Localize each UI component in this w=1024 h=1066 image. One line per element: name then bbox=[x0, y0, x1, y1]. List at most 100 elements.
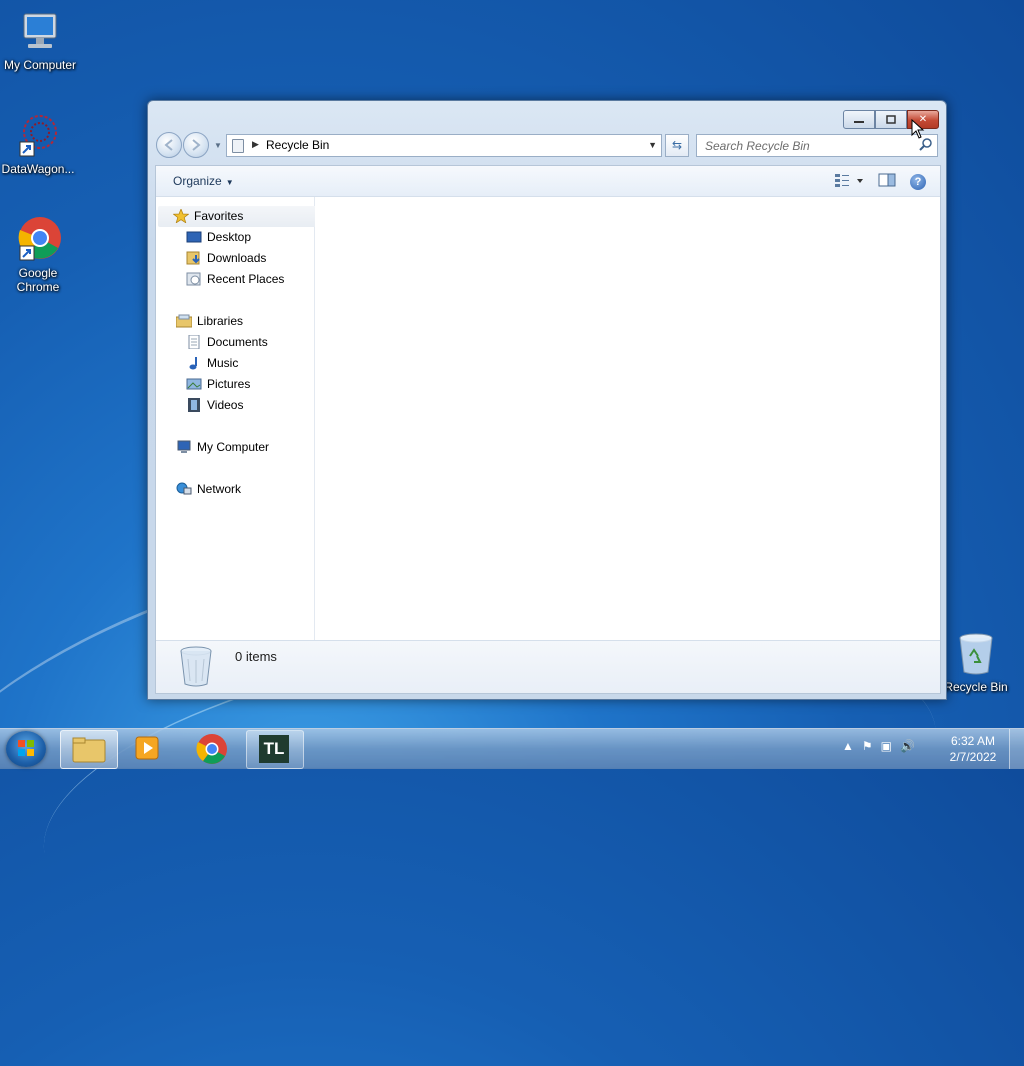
desktop-icon-datawagon[interactable]: DataWagon... bbox=[0, 112, 78, 176]
clock-time: 6:32 AM bbox=[950, 734, 996, 748]
back-button[interactable] bbox=[156, 132, 182, 158]
mouse-cursor-icon bbox=[911, 119, 925, 139]
address-dropdown-icon[interactable]: ▼ bbox=[648, 140, 657, 150]
search-icon[interactable] bbox=[919, 137, 933, 151]
action-center-flag-icon[interactable]: ⚑ bbox=[862, 739, 873, 753]
explorer-body: Organize ▼ ? Favorites Desktop Downloads… bbox=[155, 165, 941, 694]
breadcrumb-arrow-icon[interactable]: ▶ bbox=[252, 139, 259, 150]
network-status-icon[interactable]: ▣ bbox=[881, 739, 892, 753]
desktop-icon-label: Google Chrome bbox=[16, 266, 60, 294]
nav-label: Network bbox=[197, 482, 242, 496]
file-list-area[interactable] bbox=[315, 197, 940, 641]
windows-logo-icon bbox=[18, 740, 34, 756]
system-tray: ▲ ⚑ ▣ 🔊 bbox=[842, 739, 923, 753]
nav-item-favorites[interactable]: Favorites bbox=[158, 206, 327, 227]
star-icon bbox=[172, 207, 190, 224]
nav-item-documents[interactable]: Documents bbox=[186, 332, 268, 353]
desktop-icon-label: DataWagon... bbox=[1, 162, 75, 176]
nav-item-music[interactable]: Music bbox=[186, 353, 238, 374]
desktop-icon-google-chrome[interactable]: Google Chrome bbox=[0, 216, 78, 294]
desktop-icon bbox=[186, 230, 202, 244]
organize-label: Organize bbox=[173, 174, 222, 188]
nav-label: Recent Places bbox=[207, 272, 285, 286]
preview-pane-button[interactable] bbox=[878, 172, 896, 191]
nav-label: Documents bbox=[207, 335, 268, 349]
nav-label: Downloads bbox=[207, 251, 267, 265]
search-input[interactable] bbox=[703, 138, 907, 154]
recycle-bin-small-icon bbox=[232, 139, 244, 153]
nav-item-videos[interactable]: Videos bbox=[186, 395, 243, 416]
downloads-folder-icon bbox=[186, 251, 202, 265]
taskbar-chrome-button[interactable] bbox=[184, 730, 240, 767]
recycle-bin-icon bbox=[178, 645, 214, 692]
folder-icon bbox=[72, 737, 106, 763]
refresh-icon: ⇆ bbox=[671, 138, 683, 152]
nav-label: Pictures bbox=[207, 377, 251, 391]
view-icon bbox=[835, 174, 863, 187]
help-icon[interactable]: ? bbox=[910, 173, 926, 190]
navigation-pane: Favorites Desktop Downloads Recent Place… bbox=[156, 197, 327, 641]
desktop-icon-my-computer[interactable]: My Computer bbox=[0, 8, 80, 72]
item-count: 0 items bbox=[235, 649, 277, 664]
organize-button[interactable]: Organize ▼ bbox=[173, 174, 234, 188]
nav-label: Libraries bbox=[197, 314, 244, 328]
explorer-window: ✕ ▼ ▶ Recycle Bin ▼ ⇆ Search Recycle Bin… bbox=[147, 100, 947, 700]
volume-icon[interactable]: 🔊 bbox=[900, 739, 915, 753]
clock-date: 2/7/2022 bbox=[949, 750, 997, 764]
navigation-bar: ▼ ▶ Recycle Bin ▼ ⇆ bbox=[156, 132, 939, 158]
forward-arrow-icon bbox=[192, 139, 201, 151]
media-player-icon bbox=[135, 736, 159, 760]
address-bar[interactable]: ▶ Recycle Bin ▼ bbox=[226, 134, 662, 157]
taskbar-media-player-button[interactable] bbox=[120, 730, 176, 767]
tl-app-logo: TL bbox=[259, 735, 289, 763]
chrome-icon bbox=[196, 734, 227, 764]
chrome-icon bbox=[14, 216, 62, 264]
pictures-icon bbox=[186, 377, 202, 391]
back-arrow-icon bbox=[164, 139, 173, 151]
libraries-icon bbox=[175, 314, 193, 328]
nav-label: Favorites bbox=[194, 209, 244, 223]
network-icon bbox=[176, 482, 192, 496]
chevron-down-icon: ▼ bbox=[225, 178, 234, 187]
address-path[interactable]: Recycle Bin bbox=[266, 138, 329, 152]
music-note-icon bbox=[186, 356, 202, 370]
refresh-button[interactable]: ⇆ bbox=[665, 134, 689, 157]
command-bar: Organize ▼ ? bbox=[156, 166, 940, 197]
show-hidden-icons-icon[interactable]: ▲ bbox=[842, 739, 854, 753]
minimize-button[interactable] bbox=[843, 110, 875, 129]
taskbar-tl-app-button[interactable]: TL bbox=[246, 730, 304, 769]
computer-icon bbox=[16, 8, 64, 56]
nav-item-downloads[interactable]: Downloads bbox=[186, 248, 266, 269]
forward-button[interactable] bbox=[183, 132, 209, 158]
nav-item-libraries[interactable]: Libraries bbox=[175, 311, 244, 332]
start-button[interactable] bbox=[6, 731, 46, 767]
nav-item-recent-places[interactable]: Recent Places bbox=[186, 269, 284, 290]
computer-icon bbox=[176, 440, 192, 454]
maximize-button[interactable] bbox=[875, 110, 907, 129]
nav-item-desktop[interactable]: Desktop bbox=[186, 227, 251, 248]
taskbar-clock[interactable]: 6:32 AM 2/7/2022 bbox=[945, 733, 1001, 765]
desktop-icon-label: Recycle Bin bbox=[944, 680, 1008, 694]
documents-icon bbox=[186, 334, 202, 350]
search-box bbox=[696, 134, 938, 157]
recycle-bin-icon bbox=[952, 630, 1000, 678]
taskbar: TL ▲ ⚑ ▣ 🔊 6:32 AM 2/7/2022 bbox=[0, 728, 1024, 769]
nav-item-network[interactable]: Network bbox=[176, 479, 241, 500]
desktop-icon-recycle-bin[interactable]: Recycle Bin bbox=[936, 630, 1016, 694]
recent-pages-dropdown[interactable]: ▼ bbox=[214, 141, 222, 150]
nav-item-pictures[interactable]: Pictures bbox=[186, 374, 250, 395]
nav-label: Desktop bbox=[207, 230, 252, 244]
film-icon bbox=[186, 397, 202, 412]
taskbar-explorer-button[interactable] bbox=[60, 730, 118, 769]
change-view-button[interactable] bbox=[834, 172, 864, 191]
desktop-icon-label: My Computer bbox=[3, 58, 77, 72]
nav-item-my-computer[interactable]: My Computer bbox=[176, 437, 269, 458]
preview-pane-icon bbox=[878, 173, 896, 187]
nav-label: Videos bbox=[207, 398, 244, 412]
restore-icon bbox=[886, 115, 896, 124]
minimize-icon bbox=[854, 120, 864, 123]
datawagon-icon bbox=[14, 112, 62, 160]
nav-label: My Computer bbox=[197, 440, 270, 454]
show-desktop-button[interactable] bbox=[1009, 729, 1024, 769]
nav-label: Music bbox=[207, 356, 239, 370]
